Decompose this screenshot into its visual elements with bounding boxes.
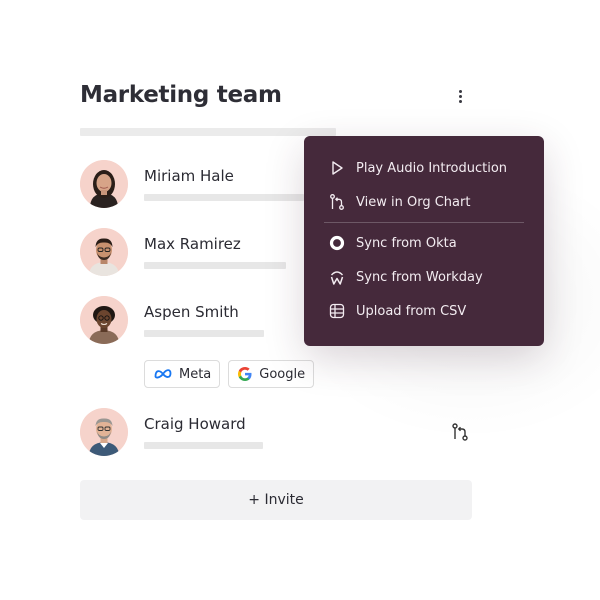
google-chip[interactable]: Google [228, 360, 315, 388]
org-chart-icon [452, 423, 468, 441]
google-chip-label: Google [259, 366, 306, 382]
csv-table-icon [328, 302, 346, 320]
title-placeholder-bar [80, 128, 336, 136]
menu-item-label: Sync from Okta [356, 235, 457, 251]
org-chart-button[interactable] [450, 422, 470, 442]
avatar-max-ramirez-icon [80, 228, 128, 276]
google-logo-icon [238, 367, 252, 381]
vertical-ellipsis-icon-dot [458, 94, 462, 98]
avatar-miriam-hale-icon [80, 160, 128, 208]
menu-item-upload-csv[interactable]: Upload from CSV [304, 294, 544, 328]
avatar-aspen-smith-icon [80, 296, 128, 344]
menu-item-org-chart[interactable]: View in Org Chart [304, 185, 544, 219]
meta-logo-icon [154, 369, 172, 379]
menu-item-sync-okta[interactable]: Sync from Okta [304, 226, 544, 260]
avatar [80, 160, 128, 208]
member-name: Max Ramirez [144, 235, 241, 253]
org-chart-icon [328, 193, 346, 211]
avatar [80, 228, 128, 276]
avatar-craig-howard-icon [80, 408, 128, 456]
menu-item-sync-workday[interactable]: Sync from Workday [304, 260, 544, 294]
member-name: Aspen Smith [144, 303, 239, 321]
member-placeholder-bar [144, 194, 304, 201]
meta-chip[interactable]: Meta [144, 360, 221, 388]
member-placeholder-bar [144, 330, 264, 337]
avatar [80, 296, 128, 344]
vertical-ellipsis-icon-dot [458, 99, 462, 103]
okta-icon [328, 234, 346, 252]
menu-item-label: Sync from Workday [356, 269, 483, 285]
menu-item-label: View in Org Chart [356, 194, 471, 210]
menu-item-label: Upload from CSV [356, 303, 467, 319]
integration-chips: Meta Google [144, 360, 315, 388]
team-card: Marketing team Miriam Hale Max Ramirez A… [0, 0, 600, 600]
page-title: Marketing team [80, 82, 282, 108]
invite-button[interactable]: + Invite [80, 480, 472, 520]
member-placeholder-bar [144, 262, 286, 269]
avatar [80, 408, 128, 456]
menu-divider [324, 222, 524, 223]
meta-chip-label: Meta [179, 366, 212, 382]
menu-item-play-audio[interactable]: Play Audio Introduction [304, 151, 544, 185]
play-icon [328, 159, 346, 177]
options-menu: Play Audio Introduction View in Org Char… [304, 136, 544, 346]
more-options-button[interactable] [450, 86, 470, 106]
workday-icon [328, 268, 346, 286]
member-name: Craig Howard [144, 415, 246, 433]
member-placeholder-bar [144, 442, 263, 449]
member-row[interactable]: Craig Howard [80, 408, 480, 458]
member-name: Miriam Hale [144, 167, 234, 185]
menu-item-label: Play Audio Introduction [356, 160, 508, 176]
vertical-ellipsis-icon [458, 89, 462, 93]
